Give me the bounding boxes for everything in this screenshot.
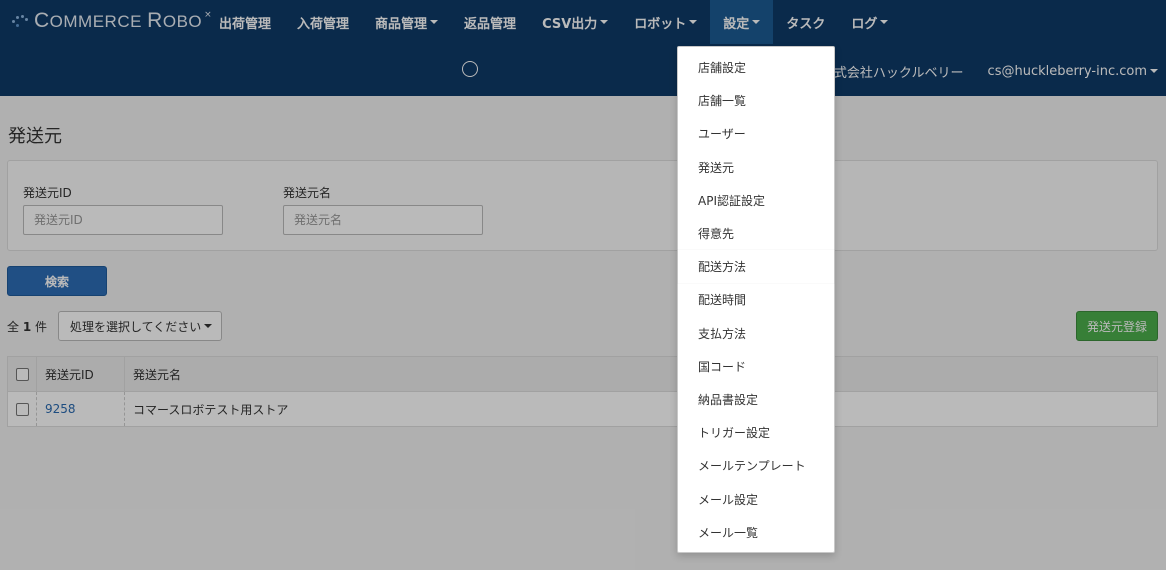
modal-overlay[interactable] bbox=[0, 0, 1166, 570]
menu-item-api-auth[interactable]: API認証設定 bbox=[678, 184, 834, 217]
menu-item-payment-methods[interactable]: 支払方法 bbox=[678, 317, 834, 350]
menu-item-shippers[interactable]: 発送元 bbox=[678, 151, 834, 184]
settings-dropdown-menu: 店舗設定 店舗一覧 ユーザー 発送元 API認証設定 得意先 配送方法 配送時間… bbox=[677, 46, 835, 553]
menu-item-mail-templates[interactable]: メールテンプレート bbox=[678, 449, 834, 482]
menu-item-trigger-settings[interactable]: トリガー設定 bbox=[678, 416, 834, 449]
menu-item-delivery-note-settings[interactable]: 納品書設定 bbox=[678, 383, 834, 416]
menu-item-store-settings[interactable]: 店舗設定 bbox=[678, 51, 834, 84]
menu-item-store-list[interactable]: 店舗一覧 bbox=[678, 84, 834, 117]
menu-item-mail-list[interactable]: メール一覧 bbox=[678, 516, 834, 549]
menu-item-customers[interactable]: 得意先 bbox=[678, 217, 834, 250]
menu-item-country-codes[interactable]: 国コード bbox=[678, 350, 834, 383]
menu-item-users[interactable]: ユーザー bbox=[678, 117, 834, 150]
menu-item-mail-settings[interactable]: メール設定 bbox=[678, 482, 834, 515]
menu-item-delivery-methods[interactable]: 配送方法 bbox=[678, 250, 834, 284]
menu-item-delivery-times[interactable]: 配送時間 bbox=[678, 283, 834, 316]
